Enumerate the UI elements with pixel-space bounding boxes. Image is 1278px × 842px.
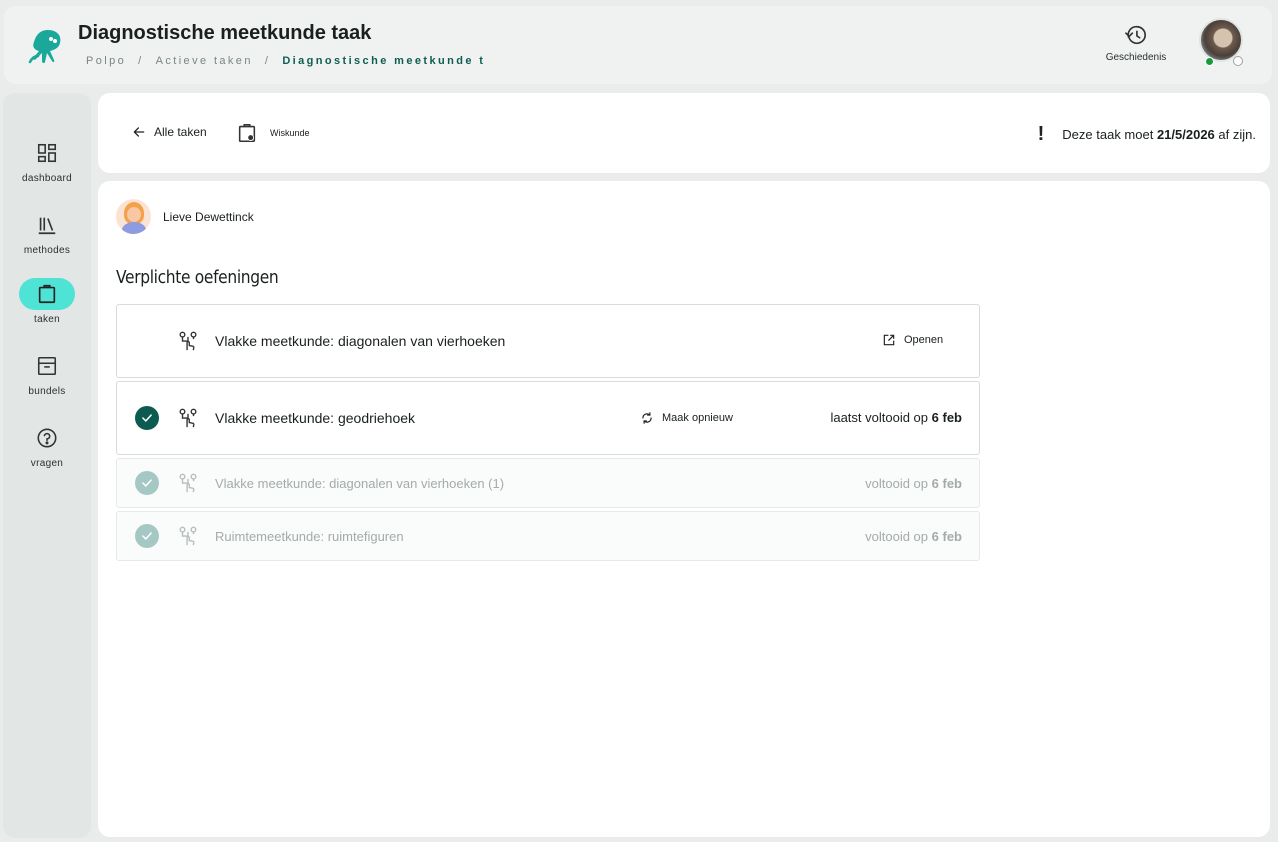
section-title: Verplichte oefeningen	[116, 267, 279, 288]
sidebar-item-vragen[interactable]: vragen	[3, 422, 91, 469]
books-icon	[38, 217, 56, 235]
sidebar-item-label: vragen	[30, 458, 64, 469]
avatar-settings-badge	[1233, 56, 1243, 66]
deadline-suffix: af zijn.	[1218, 127, 1256, 142]
interactive-exercise-icon	[179, 408, 197, 428]
subject-label: Wiskunde	[270, 128, 310, 138]
sidebar-item-methodes[interactable]: methodes	[3, 209, 91, 256]
interactive-exercise-icon	[179, 473, 197, 493]
subject-tag: Wiskunde	[236, 122, 310, 144]
history-icon	[1125, 25, 1146, 44]
teacher-name: Lieve Dewettinck	[163, 209, 254, 224]
exercise-row[interactable]: Ruimtemeetkunde: ruimtefiguren voltooid …	[116, 511, 980, 561]
history-label: Geschiedenis	[1105, 52, 1167, 63]
completed-check-icon	[135, 406, 159, 430]
sidebar-item-dashboard[interactable]: dashboard	[3, 137, 91, 184]
clipboard-subject-icon	[238, 123, 256, 143]
sidebar-item-label: methodes	[23, 245, 71, 256]
help-icon	[37, 428, 57, 448]
teacher-avatar	[116, 199, 151, 234]
deadline-notice: ! Deze taak moet 21/5/2026 af zijn.	[1038, 123, 1256, 146]
redo-button-label: Maak opnieuw	[662, 412, 733, 424]
interactive-exercise-icon	[179, 526, 197, 546]
open-button[interactable]: Openen	[882, 333, 943, 347]
task-content: Lieve Dewettinck Verplichte oefeningen V…	[98, 181, 1270, 837]
exercise-title: Vlakke meetkunde: diagonalen van vierhoe…	[215, 333, 506, 349]
deadline-prefix: Deze taak moet	[1062, 127, 1154, 142]
refresh-icon	[642, 412, 652, 424]
archive-icon	[37, 356, 57, 376]
completion-status: laatst voltooid op 6 feb	[830, 410, 962, 425]
breadcrumb-item-polpo[interactable]: Polpo	[86, 55, 126, 67]
task-toolbar: Alle taken Wiskunde ! Deze taak moet 21/…	[98, 93, 1270, 173]
completion-status: voltooid op 6 feb	[865, 476, 962, 491]
sidebar-item-bundels[interactable]: bundels	[3, 350, 91, 397]
online-status-badge	[1205, 57, 1214, 66]
breadcrumb-item-current: Diagnostische meetkunde t	[282, 55, 486, 67]
page-title: Diagnostische meetkunde taak	[78, 22, 372, 44]
sidebar-item-taken[interactable]: taken	[3, 278, 91, 325]
exclamation-icon: !	[1037, 123, 1045, 145]
external-link-icon	[883, 334, 895, 346]
breadcrumb-item-actieve-taken[interactable]: Actieve taken	[156, 55, 253, 67]
completed-check-icon	[135, 524, 159, 548]
exercise-row[interactable]: Vlakke meetkunde: diagonalen van vierhoe…	[116, 458, 980, 508]
top-header: Diagnostische meetkunde taak Polpo / Actie…	[4, 6, 1272, 84]
completed-check-icon	[135, 471, 159, 495]
sidebar: dashboard methodes taken bundels vragen	[3, 93, 91, 838]
exercise-row[interactable]: Vlakke meetkunde: diagonalen van vierhoe…	[116, 304, 980, 378]
arrow-left-icon	[133, 127, 145, 137]
exercise-title: Vlakke meetkunde: geodriehoek	[215, 410, 416, 426]
exercise-title: Ruimtemeetkunde: ruimtefiguren	[215, 529, 404, 544]
redo-button[interactable]: Maak opnieuw	[640, 411, 733, 425]
teacher-info: Lieve Dewettinck	[116, 199, 254, 234]
breadcrumb-separator: /	[264, 55, 271, 67]
completion-status: voltooid op 6 feb	[865, 529, 962, 544]
octopus-logo-icon[interactable]	[24, 26, 66, 68]
sidebar-item-label: bundels	[28, 386, 66, 397]
dashboard-icon	[37, 143, 57, 163]
exercise-row[interactable]: Vlakke meetkunde: geodriehoek Maak opnie…	[116, 381, 980, 455]
breadcrumb: Polpo / Actieve taken / Diagnostische meetku…	[86, 55, 485, 67]
exercise-title: Vlakke meetkunde: diagonalen van vierhoe…	[215, 476, 505, 491]
history-button[interactable]: Geschiedenis	[1100, 24, 1172, 63]
back-link-label: Alle taken	[154, 125, 207, 139]
deadline-date: 21/5/2026	[1156, 127, 1215, 142]
breadcrumb-separator: /	[138, 55, 144, 67]
open-button-label: Openen	[904, 334, 944, 346]
interactive-exercise-icon	[179, 331, 197, 351]
back-to-tasks-link[interactable]: Alle taken	[132, 125, 207, 139]
clipboard-icon	[38, 284, 56, 304]
sidebar-item-label: dashboard	[22, 173, 72, 184]
sidebar-item-label: taken	[34, 314, 60, 325]
